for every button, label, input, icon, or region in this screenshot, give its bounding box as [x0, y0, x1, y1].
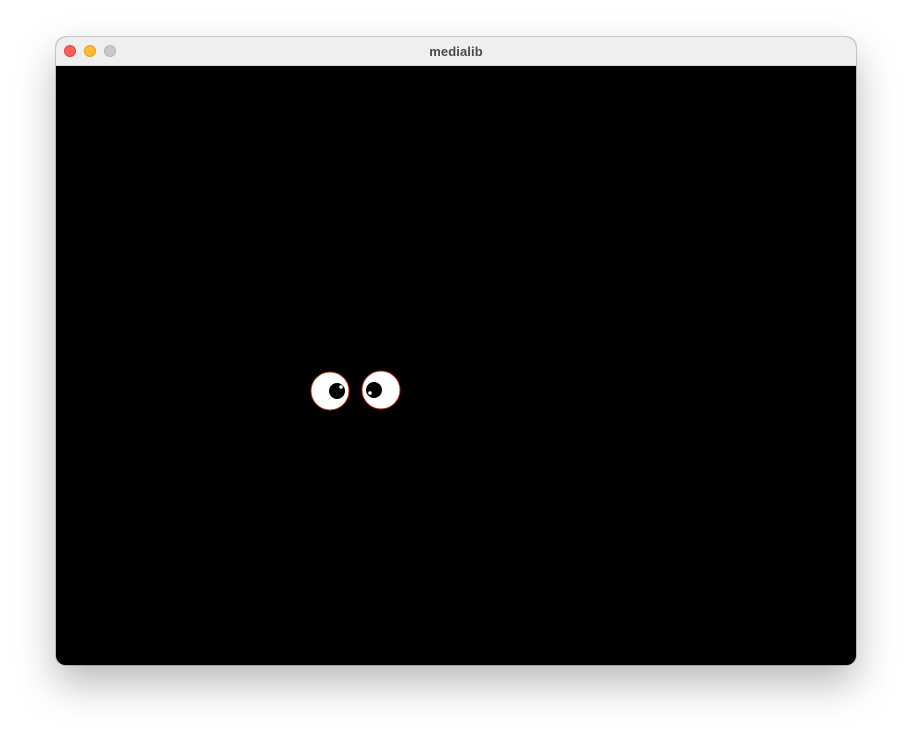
title-bar[interactable]: medialib: [56, 37, 856, 66]
desktop: medialib: [0, 0, 912, 740]
left-pupil: [329, 383, 345, 399]
app-window: medialib: [56, 37, 856, 665]
googly-eyes: [310, 370, 401, 411]
right-pupil-highlight: [368, 391, 372, 395]
render-canvas[interactable]: [56, 66, 856, 665]
window-title: medialib: [429, 44, 483, 59]
right-pupil: [366, 382, 382, 398]
left-pupil-highlight: [339, 385, 343, 389]
right-eye: [361, 370, 401, 410]
left-eye: [310, 371, 350, 411]
